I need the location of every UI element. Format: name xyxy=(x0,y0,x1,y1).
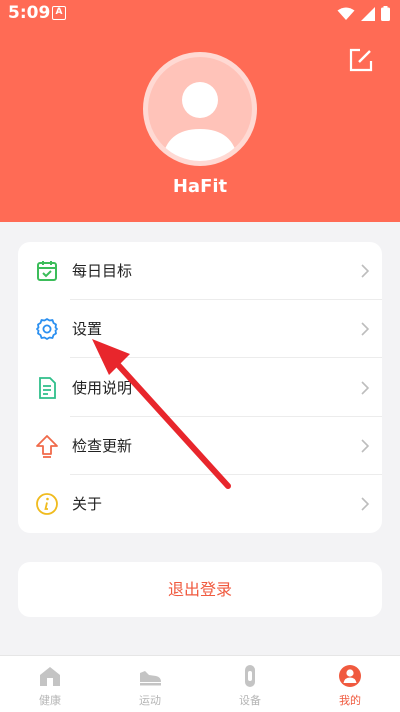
info-icon xyxy=(36,493,58,515)
menu-label-settings: 设置 xyxy=(72,320,103,338)
menu-item-settings[interactable]: 设置 xyxy=(18,300,382,358)
menu-item-check-update[interactable]: 检查更新 xyxy=(18,417,382,475)
menu-item-about[interactable]: 关于 xyxy=(18,475,382,533)
band-icon xyxy=(245,665,255,687)
logout-button[interactable]: 退出登录 xyxy=(18,562,382,617)
chevron-right-icon xyxy=(361,497,370,511)
bottom-tab-bar: 健康 运动 设备 我的 xyxy=(0,655,400,712)
person-icon xyxy=(339,665,361,687)
upload-arrow-icon xyxy=(36,435,58,458)
edit-profile-icon[interactable] xyxy=(347,46,375,74)
tab-mine[interactable]: 我的 xyxy=(300,656,400,712)
status-bar: 5:09 A xyxy=(0,0,400,28)
chevron-right-icon xyxy=(361,322,370,336)
default-avatar-icon xyxy=(162,82,238,161)
signal-icon xyxy=(361,6,375,21)
tab-device[interactable]: 设备 xyxy=(200,656,300,712)
document-icon xyxy=(39,377,56,399)
profile-header: 5:09 A HaFit xyxy=(0,0,400,222)
menu-item-instructions[interactable]: 使用说明 xyxy=(18,359,382,417)
menu-item-daily-goal[interactable]: 每日目标 xyxy=(18,242,382,300)
status-time: 5:09 xyxy=(8,3,51,23)
menu-label-instructions: 使用说明 xyxy=(72,379,133,397)
tab-label-device: 设备 xyxy=(239,694,261,707)
calendar-check-icon xyxy=(37,261,57,281)
sneaker-icon xyxy=(140,671,161,686)
avatar[interactable] xyxy=(143,52,257,166)
tab-health[interactable]: 健康 xyxy=(0,656,100,712)
menu-card: 每日目标 设置 使用说明 检查更新 关于 xyxy=(18,242,382,533)
tab-sports[interactable]: 运动 xyxy=(100,656,200,712)
wifi-icon xyxy=(337,7,355,20)
menu-label-daily-goal: 每日目标 xyxy=(72,262,133,280)
menu-label-about: 关于 xyxy=(72,495,103,513)
gear-icon xyxy=(36,318,58,340)
tab-label-mine: 我的 xyxy=(339,694,361,707)
battery-icon xyxy=(381,6,390,21)
home-icon xyxy=(40,667,60,686)
notification-icon: A xyxy=(52,6,66,20)
chevron-right-icon xyxy=(361,381,370,395)
tab-label-sports: 运动 xyxy=(139,694,161,707)
chevron-right-icon xyxy=(361,264,370,278)
chevron-right-icon xyxy=(361,439,370,453)
tab-label-health: 健康 xyxy=(39,694,61,707)
menu-label-check-update: 检查更新 xyxy=(72,437,133,455)
username: HaFit xyxy=(172,176,228,197)
